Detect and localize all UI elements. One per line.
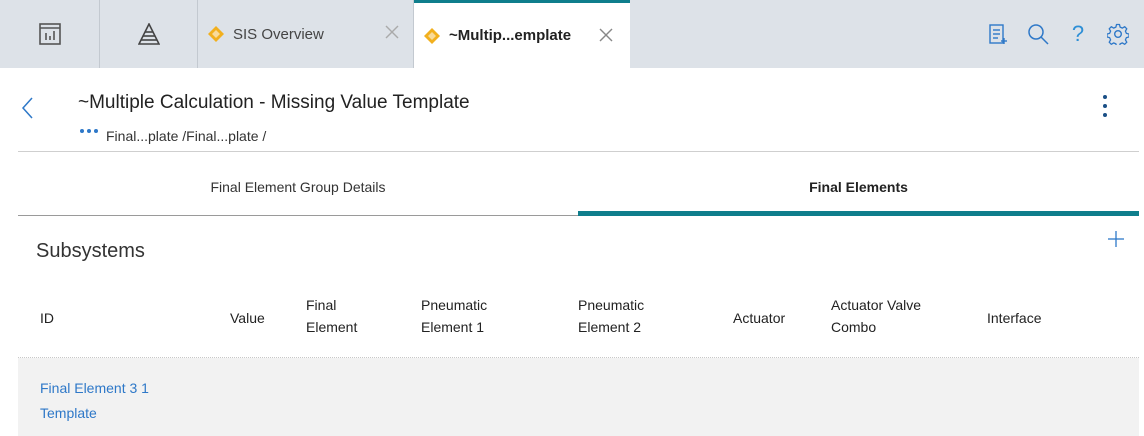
settings-button[interactable]	[1098, 14, 1138, 54]
more-options-icon[interactable]	[1100, 95, 1110, 117]
dashboard-icon	[38, 23, 61, 45]
tab-final-element-group-details[interactable]: Final Element Group Details	[18, 168, 578, 216]
add-icon[interactable]	[1106, 229, 1126, 249]
close-icon[interactable]	[382, 22, 402, 42]
row-id-link[interactable]: Final Element 3 1 Template	[40, 376, 180, 426]
clipboard-button[interactable]	[978, 14, 1018, 54]
breadcrumb-more-icon[interactable]	[80, 129, 98, 133]
tab-dashboard[interactable]	[0, 0, 100, 68]
close-icon[interactable]	[596, 25, 616, 45]
gear-icon	[1107, 23, 1129, 45]
page-title: ~Multiple Calculation - Missing Value Te…	[78, 92, 470, 113]
tab-label: Final Elements	[809, 179, 908, 195]
breadcrumb[interactable]: Final...plate /Final...plate /	[106, 128, 266, 144]
column-header-final-element[interactable]: Final Element	[306, 294, 357, 338]
column-header-actuator-valve-combo[interactable]: Actuator Valve Combo	[831, 294, 921, 338]
clipboard-list-icon	[989, 24, 1007, 44]
column-header-pneumatic-element-2[interactable]: Pneumatic Element 2	[578, 294, 644, 338]
tab-pyramid[interactable]	[100, 0, 198, 68]
search-icon	[1028, 24, 1049, 45]
tab-multiple-calculation[interactable]: ~Multip...emplate	[414, 0, 630, 68]
tab-final-elements[interactable]: Final Elements	[578, 168, 1139, 216]
column-header-interface[interactable]: Interface	[987, 307, 1041, 329]
tab-sis-overview[interactable]: SIS Overview	[198, 0, 414, 68]
search-button[interactable]	[1018, 14, 1058, 54]
diamond-icon	[424, 27, 440, 44]
column-header-pneumatic-element-1[interactable]: Pneumatic Element 1	[421, 294, 487, 338]
toolbar-right: ?	[978, 0, 1144, 68]
tab-label: ~Multip...emplate	[449, 27, 572, 44]
column-header-actuator[interactable]: Actuator	[733, 307, 785, 329]
tab-bar: SIS Overview ~Multip...emplate ?	[0, 0, 1144, 68]
table-row[interactable]: Final Element 3 1 Template	[18, 358, 1139, 436]
tab-label: SIS Overview	[233, 25, 324, 43]
back-arrow-icon[interactable]	[18, 96, 38, 120]
help-icon: ?	[1071, 21, 1085, 46]
tab-label: Final Element Group Details	[210, 179, 386, 195]
divider	[18, 151, 1139, 152]
help-button[interactable]: ?	[1058, 14, 1098, 54]
section-title: Subsystems	[36, 240, 145, 262]
column-header-id[interactable]: ID	[40, 307, 54, 329]
column-header-value[interactable]: Value	[230, 307, 265, 329]
diamond-icon	[208, 26, 224, 42]
pyramid-icon	[137, 23, 160, 45]
